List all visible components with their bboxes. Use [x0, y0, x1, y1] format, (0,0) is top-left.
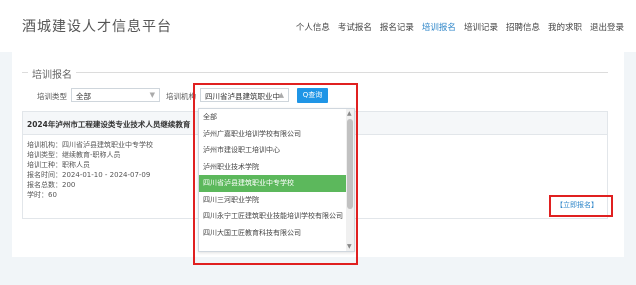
nav-exam-signup[interactable]: 考试报名 [338, 21, 372, 33]
card-org: 培训机构：四川省泸县建筑职业中专学校 [27, 141, 153, 149]
dropdown-highlight-box [193, 83, 358, 265]
card-hours: 学时：60 [27, 191, 57, 199]
nav-signup-records[interactable]: 报名记录 [380, 21, 414, 33]
card-time: 报名时间：2024-01-10 - 2024-07-09 [27, 171, 151, 179]
training-type-value: 全部 [76, 92, 91, 101]
nav-logout[interactable]: 退出登录 [590, 21, 624, 33]
training-type-label: 培训类型 [37, 92, 67, 101]
training-type-select[interactable]: 全部 ▼ [71, 88, 160, 102]
nav-training-records[interactable]: 培训记录 [464, 21, 498, 33]
section-title: 培训报名 [28, 66, 76, 81]
nav-recruitment-info[interactable]: 招聘信息 [506, 21, 540, 33]
card-count: 报名总数：200 [27, 181, 76, 189]
top-nav: 个人信息 考试报名 报名记录 培训报名 培训记录 招聘信息 我的求职 退出登录 [296, 21, 624, 33]
apply-highlight-box [549, 195, 613, 217]
nav-my-job-search[interactable]: 我的求职 [548, 21, 582, 33]
site-title: 酒城建设人才信息平台 [22, 19, 172, 35]
card-title: 2024年泸州市工程建设类专业技术人员继续教育 [27, 120, 191, 129]
nav-personal-info[interactable]: 个人信息 [296, 21, 330, 33]
training-org-label: 培训机构 [166, 92, 196, 101]
nav-training-signup[interactable]: 培训报名 [422, 21, 456, 33]
section-divider [22, 72, 608, 73]
card-type: 培训类型：继续教育-职称人员 [27, 151, 121, 159]
header: 酒城建设人才信息平台 个人信息 考试报名 报名记录 培训报名 培训记录 招聘信息… [0, 0, 636, 52]
chevron-down-icon: ▼ [149, 91, 155, 99]
card-job: 培训工种：职称人员 [27, 161, 90, 169]
